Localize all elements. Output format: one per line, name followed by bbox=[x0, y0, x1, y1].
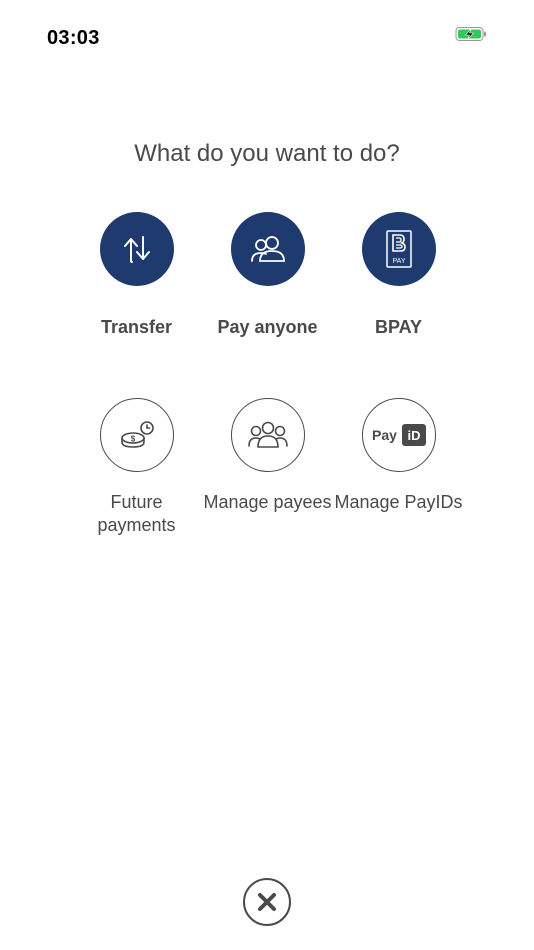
bpay-label: BPAY bbox=[374, 317, 423, 337]
status-time: 03:03 bbox=[47, 27, 100, 49]
bpay-button[interactable]: PAY BPAY bbox=[333, 212, 464, 372]
battery-charging-icon bbox=[455, 26, 487, 42]
manage-payids-button[interactable]: Pay iD Manage PayIDs bbox=[333, 398, 464, 537]
secondary-actions-row: $ Future payments Manage payees Pay iD M… bbox=[71, 398, 464, 537]
svg-text:$: $ bbox=[130, 435, 135, 444]
svg-text:PAY: PAY bbox=[392, 258, 405, 265]
transfer-button[interactable]: Transfer bbox=[71, 212, 202, 372]
group-icon bbox=[230, 398, 305, 472]
svg-text:iD: iD bbox=[407, 428, 420, 443]
people-icon bbox=[230, 212, 305, 286]
action-grid: Transfer Pay anyone PAY BPAY $ Future pa… bbox=[71, 212, 464, 537]
bpay-logo-icon: PAY bbox=[361, 212, 436, 286]
close-button[interactable] bbox=[243, 878, 291, 926]
pay-anyone-label: Pay anyone bbox=[217, 317, 318, 337]
payid-logo-icon: Pay iD bbox=[361, 398, 436, 472]
pay-anyone-button[interactable]: Pay anyone bbox=[202, 212, 333, 372]
transfer-label: Transfer bbox=[100, 317, 173, 337]
coins-clock-icon: $ bbox=[99, 398, 174, 472]
svg-text:Pay: Pay bbox=[372, 427, 397, 443]
manage-payees-button[interactable]: Manage payees bbox=[202, 398, 333, 537]
future-payments-label: Future payments bbox=[97, 492, 176, 535]
transfer-arrows-icon bbox=[99, 212, 174, 286]
primary-actions-row: Transfer Pay anyone PAY BPAY bbox=[71, 212, 464, 372]
manage-payids-label: Manage PayIDs bbox=[334, 492, 463, 512]
status-bar: 03:03 bbox=[0, 0, 534, 70]
manage-payees-label: Manage payees bbox=[203, 492, 332, 512]
close-icon bbox=[258, 893, 276, 911]
future-payments-button[interactable]: $ Future payments bbox=[71, 398, 202, 537]
page-title: What do you want to do? bbox=[134, 140, 400, 167]
